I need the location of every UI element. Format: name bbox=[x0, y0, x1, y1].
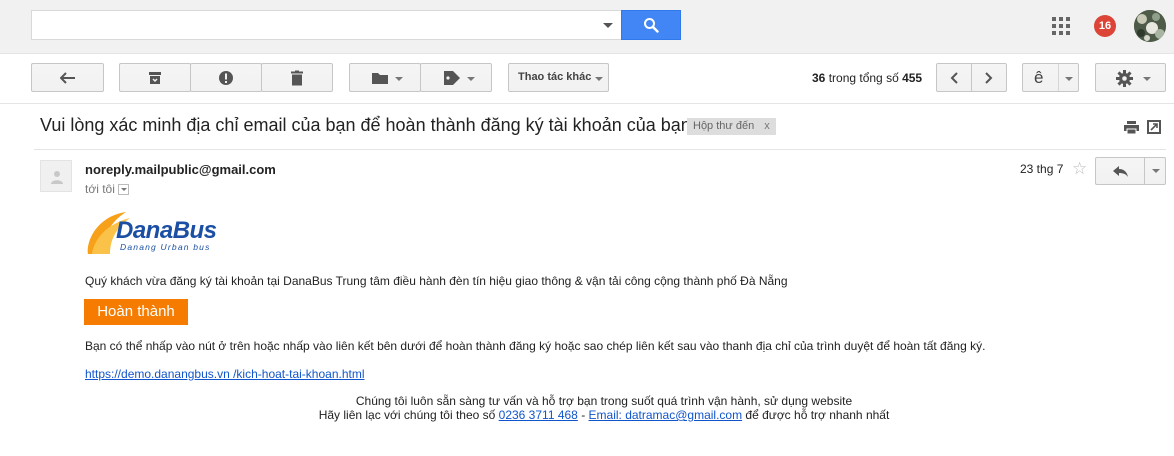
footer-prefix: Hãy liên lạc với chúng tôi theo số bbox=[318, 408, 499, 422]
report-spam-icon bbox=[219, 70, 233, 85]
search-icon bbox=[644, 18, 659, 33]
footer-line-1: Chúng tôi luôn sẵn sàng tư vấn và hỗ trợ… bbox=[0, 394, 1174, 408]
chevron-right-icon bbox=[985, 71, 993, 84]
pager-text: 36 trong tổng số 455 bbox=[812, 71, 922, 85]
default-person-icon bbox=[51, 171, 63, 184]
logo-wordmark: DanaBus bbox=[116, 217, 217, 244]
inbox-label-chip[interactable]: Hộp thư đến x bbox=[687, 118, 776, 135]
label-tag-icon bbox=[444, 71, 460, 85]
search-options-caret-icon[interactable] bbox=[603, 23, 613, 28]
folder-icon bbox=[372, 73, 388, 84]
older-button[interactable] bbox=[971, 63, 1007, 92]
inbox-label-text: Hộp thư đến bbox=[693, 120, 755, 132]
more-actions-label: Thao tác khác bbox=[518, 71, 592, 83]
back-arrow-icon bbox=[59, 71, 75, 84]
apps-grid-icon[interactable] bbox=[1052, 17, 1070, 35]
more-reply-options-button[interactable] bbox=[1144, 157, 1166, 185]
footer-line-2: Hãy liên lạc với chúng tôi theo số 0236 … bbox=[0, 408, 1174, 422]
search-button[interactable] bbox=[621, 10, 681, 40]
subject-divider bbox=[34, 149, 1166, 150]
danabus-logo: DanaBus Danang Urban bus bbox=[86, 210, 246, 256]
recipient-line: tới tôi bbox=[85, 182, 129, 196]
sender-avatar bbox=[40, 160, 72, 192]
pager-current: 36 bbox=[812, 71, 826, 85]
input-tool-label: ê bbox=[1034, 68, 1044, 87]
chevron-down-icon bbox=[467, 77, 475, 81]
account-avatar[interactable] bbox=[1134, 10, 1166, 42]
star-icon[interactable]: ☆ bbox=[1072, 159, 1087, 179]
pager-total: 455 bbox=[902, 71, 923, 85]
pager-middle: trong tổng số bbox=[825, 71, 903, 85]
archive-button[interactable] bbox=[119, 63, 191, 92]
chevron-down-icon bbox=[1143, 77, 1151, 81]
search-input[interactable] bbox=[31, 10, 621, 40]
chevron-down-icon bbox=[1065, 77, 1073, 81]
chevron-left-icon bbox=[950, 71, 958, 84]
toolbar: Thao tác khác 36 trong tổng số 455 ê bbox=[0, 54, 1174, 104]
sender-email[interactable]: noreply.mailpublic@gmail.com bbox=[85, 162, 276, 177]
footer-phone-link[interactable]: 0236 3711 468 bbox=[499, 408, 578, 422]
delete-button[interactable] bbox=[261, 63, 333, 92]
logo-tagline: Danang Urban bus bbox=[120, 242, 211, 252]
trash-icon bbox=[291, 70, 303, 85]
message-date: 23 thg 7 bbox=[1020, 162, 1064, 176]
reply-button[interactable] bbox=[1095, 157, 1145, 185]
settings-button[interactable] bbox=[1095, 63, 1166, 92]
recipient-text: tới tôi bbox=[85, 182, 115, 196]
instruction-paragraph: Bạn có thể nhấp vào nút ở trên hoặc nhấp… bbox=[85, 339, 986, 353]
footer-line-2-inner: Hãy liên lạc với chúng tôi theo số 0236 … bbox=[319, 408, 890, 422]
top-bar: 16 bbox=[0, 0, 1174, 54]
activation-link[interactable]: https://demo.danangbus.vn /kich-hoat-tai… bbox=[85, 367, 365, 381]
newer-button[interactable] bbox=[936, 63, 972, 92]
split-divider bbox=[1058, 64, 1059, 91]
footer-suffix: để được hỗ trợ nhanh nhất bbox=[742, 408, 890, 422]
chevron-down-icon bbox=[395, 77, 403, 81]
reply-icon bbox=[1113, 166, 1128, 177]
chevron-down-icon bbox=[1152, 169, 1160, 173]
input-tools-button[interactable]: ê bbox=[1022, 63, 1079, 92]
remove-label-button[interactable]: x bbox=[764, 120, 770, 132]
more-actions-button[interactable]: Thao tác khác bbox=[508, 63, 609, 92]
archive-icon bbox=[149, 71, 161, 84]
footer-line-1-text: Chúng tôi luôn sẵn sàng tư vấn và hỗ trợ… bbox=[355, 394, 853, 408]
labels-button[interactable] bbox=[420, 63, 492, 92]
intro-paragraph: Quý khách vừa đăng ký tài khoản tại Dana… bbox=[85, 274, 788, 288]
show-details-dropdown[interactable] bbox=[117, 184, 129, 196]
move-to-button[interactable] bbox=[349, 63, 421, 92]
print-icon[interactable] bbox=[1124, 121, 1139, 134]
notifications-badge[interactable]: 16 bbox=[1094, 15, 1116, 37]
gear-icon bbox=[1116, 70, 1133, 87]
footer-separator: - bbox=[577, 408, 589, 422]
back-button[interactable] bbox=[31, 63, 104, 92]
complete-registration-button[interactable]: Hoàn thành bbox=[84, 299, 188, 325]
email-subject: Vui lòng xác minh địa chỉ email của bạn … bbox=[40, 115, 691, 135]
chevron-down-icon bbox=[595, 77, 603, 81]
new-window-icon[interactable] bbox=[1147, 120, 1161, 134]
report-spam-button[interactable] bbox=[190, 63, 262, 92]
footer-email-link[interactable]: Email: datramac@gmail.com bbox=[589, 408, 743, 422]
